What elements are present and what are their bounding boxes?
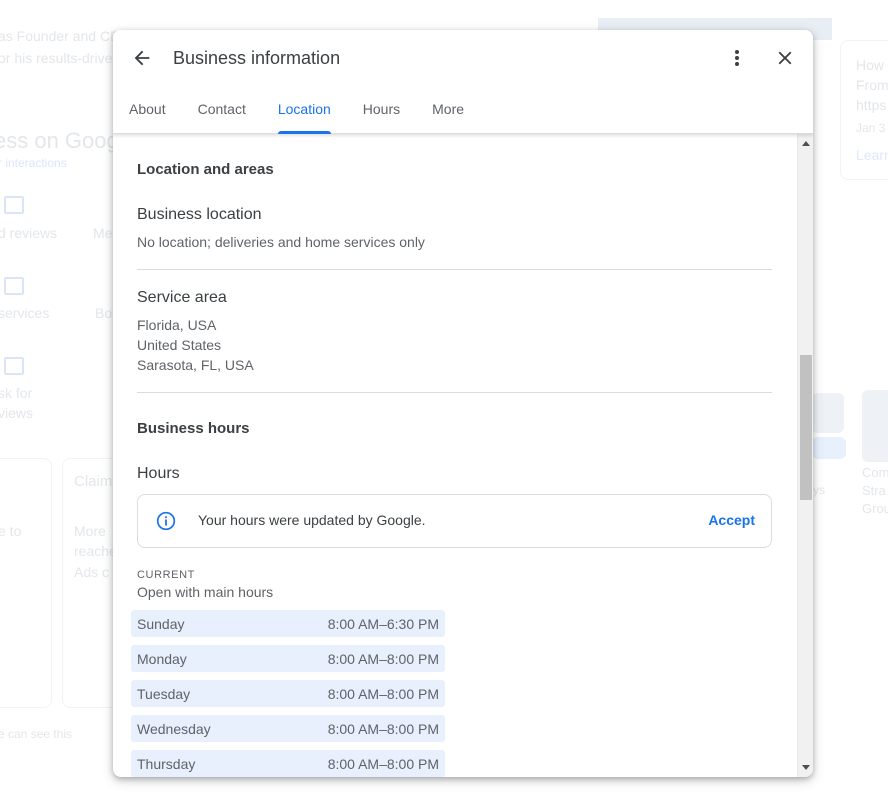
arrow-back-icon[interactable]	[131, 47, 153, 69]
bg-text: sk for	[0, 385, 33, 401]
bg-text: Grou	[862, 501, 888, 516]
day-name: Wednesday	[137, 720, 211, 737]
bg-text: as Founder and CE	[0, 28, 120, 44]
service-area-list: Florida, USA United States Sarasota, FL,…	[137, 315, 797, 375]
business-location-value: No location; deliveries and home service…	[137, 234, 425, 250]
bg-text: Bo	[95, 305, 113, 321]
accept-button[interactable]: Accept	[708, 512, 755, 528]
tab-about[interactable]: About	[129, 101, 166, 134]
bg-text: Jan 3	[856, 121, 886, 135]
hours-row: Tuesday 8:00 AM–8:00 PM	[131, 680, 445, 707]
scrollbar-thumb[interactable]	[800, 355, 812, 500]
bg-text: Learn	[856, 147, 888, 163]
bg-text: Com	[862, 465, 888, 480]
scroll-down-arrow-icon[interactable]	[802, 765, 810, 770]
bg-text: services	[0, 305, 50, 321]
bg-text: Claim	[74, 473, 113, 490]
day-hours: 8:00 AM–8:00 PM	[327, 720, 439, 737]
bg-text: ys	[813, 483, 825, 497]
bg-text: https	[856, 97, 887, 113]
dialog-title: Business information	[173, 48, 341, 68]
bg-text: or his results-drive	[0, 50, 113, 66]
hours-row: Wednesday 8:00 AM–8:00 PM	[131, 715, 445, 742]
divider	[137, 392, 772, 393]
list-icon	[4, 277, 24, 295]
current-status: Open with main hours	[137, 584, 274, 600]
bg-thumbnail	[862, 390, 888, 462]
day-hours: 8:00 AM–8:00 PM	[327, 685, 439, 702]
bg-thumbnail	[812, 393, 844, 433]
notice-message: Your hours were updated by Google.	[198, 512, 426, 528]
bg-text: e to	[0, 523, 22, 539]
service-area-label[interactable]: Service area	[137, 289, 797, 307]
tab-hours[interactable]: Hours	[363, 101, 400, 134]
bg-text: From	[856, 77, 888, 93]
location-section-title: Location and areas	[137, 161, 274, 178]
business-information-dialog: Business information About Contact Locat…	[113, 30, 813, 777]
bg-text: How	[856, 57, 885, 73]
hours-row: Thursday 8:00 AM–8:00 PM	[131, 750, 445, 777]
bg-heading: ess on Goog	[0, 128, 119, 153]
edit-icon	[4, 357, 24, 375]
bg-text: More	[74, 523, 106, 539]
dialog-header: Business information About Contact Locat…	[113, 30, 813, 134]
bg-text: r interactions	[0, 156, 67, 170]
info-icon	[156, 511, 176, 531]
service-area-item: Sarasota, FL, USA	[137, 357, 254, 373]
service-area-item: United States	[137, 337, 222, 353]
review-icon	[4, 196, 24, 214]
service-area-item: Florida, USA	[137, 317, 217, 333]
day-name: Thursday	[137, 755, 196, 772]
tab-location[interactable]: Location	[277, 101, 331, 134]
bg-text: views	[0, 405, 34, 421]
business-location-label[interactable]: Business location	[137, 206, 797, 224]
scrollbar[interactable]	[797, 134, 813, 777]
bg-text: d reviews	[0, 225, 58, 241]
current-caption: CURRENT	[137, 569, 195, 581]
hours-row: Sunday 8:00 AM–6:30 PM	[131, 610, 445, 637]
hours-section-title: Business hours	[137, 420, 250, 437]
scroll-up-arrow-icon[interactable]	[802, 141, 810, 146]
bg-text: Me	[93, 225, 113, 241]
tab-bar: About Contact Location Hours More	[129, 101, 496, 134]
tab-contact[interactable]: Contact	[198, 101, 246, 134]
bg-text: Stra	[862, 483, 886, 498]
day-name: Monday	[137, 650, 187, 667]
hours-list: Sunday 8:00 AM–6:30 PM Monday 8:00 AM–8:…	[131, 610, 797, 777]
bg-text: Ads c	[74, 564, 110, 580]
hours-update-notice: Your hours were updated by Google. Accep…	[137, 494, 772, 548]
bg-text: reache	[74, 543, 117, 559]
divider	[137, 269, 772, 270]
day-hours: 8:00 AM–6:30 PM	[327, 615, 439, 632]
hours-label[interactable]: Hours	[137, 465, 797, 483]
close-icon[interactable]	[774, 47, 796, 69]
bg-text: e can see this	[0, 727, 73, 741]
day-hours: 8:00 AM–8:00 PM	[327, 650, 439, 667]
day-name: Sunday	[137, 615, 185, 632]
day-hours: 8:00 AM–8:00 PM	[327, 755, 439, 772]
bg-card	[0, 458, 52, 708]
bg-thumbnail	[812, 437, 846, 459]
hours-row: Monday 8:00 AM–8:00 PM	[131, 645, 445, 672]
dialog-body: Location and areas Business location No …	[113, 134, 797, 777]
more-vert-icon[interactable]	[727, 47, 747, 69]
day-name: Tuesday	[137, 685, 191, 702]
tab-more[interactable]: More	[432, 101, 464, 134]
